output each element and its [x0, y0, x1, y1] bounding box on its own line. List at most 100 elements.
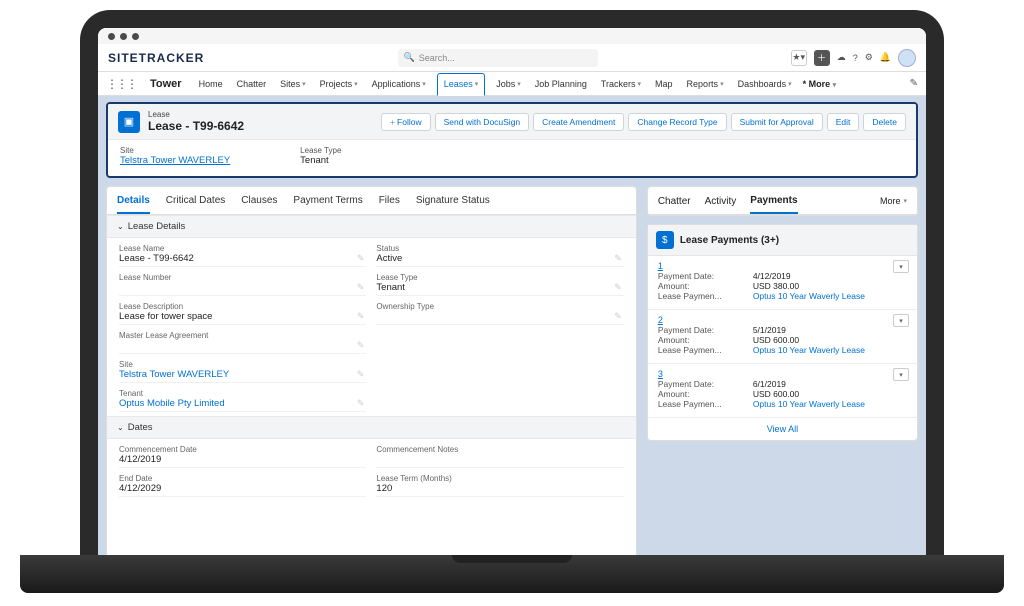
payment-date-value: 4/12/2019: [753, 271, 791, 281]
payment-number-link[interactable]: 3: [658, 369, 663, 379]
page-body: ▣ Lease Lease - T99-6642 ++ FollowFollow…: [98, 96, 926, 570]
tab-signature-status[interactable]: Signature Status: [416, 187, 490, 214]
nav-home[interactable]: Home: [196, 72, 226, 95]
chevron-down-icon: ▾: [354, 80, 358, 88]
app-screen: SITETRACKER 🔍 Search... ★▾ ＋ ☁ ? ⚙ 🔔: [98, 28, 926, 570]
app-nav: ⋮⋮⋮ Tower Home Chatter Sites▾ Projects▾ …: [98, 72, 926, 96]
payment-menu-button[interactable]: ▾: [893, 260, 909, 273]
site-value-link[interactable]: Telstra Tower WAVERLEY: [119, 369, 366, 380]
comm-notes-value: [376, 454, 623, 465]
brand-logo[interactable]: SITETRACKER: [108, 51, 204, 65]
follow-button[interactable]: ++ FollowFollow: [381, 113, 431, 131]
nav-job-planning[interactable]: Job Planning: [532, 72, 590, 95]
payment-menu-button[interactable]: ▾: [893, 368, 909, 381]
payment-date-label: Payment Date:: [658, 271, 753, 281]
help-icon[interactable]: ?: [853, 53, 858, 63]
details-panel: Details Critical Dates Clauses Payment T…: [106, 186, 637, 564]
payment-agreement-link[interactable]: Optus 10 Year Waverly Lease: [753, 345, 865, 355]
settings-icon[interactable]: ⚙: [865, 52, 873, 63]
edit-nav-icon[interactable]: ✎: [910, 78, 918, 89]
search-placeholder: Search...: [419, 53, 455, 63]
payment-agreement-link[interactable]: Optus 10 Year Waverly Lease: [753, 291, 865, 301]
chevron-down-icon: ▾: [475, 80, 479, 88]
min-dot[interactable]: [120, 33, 127, 40]
nav-map[interactable]: Map: [652, 72, 676, 95]
tenant-value-link[interactable]: Optus Mobile Pty Limited: [119, 398, 366, 409]
edit-button[interactable]: Edit: [827, 113, 860, 131]
edit-pencil-icon[interactable]: ✎: [614, 253, 622, 264]
tab-critical-dates[interactable]: Critical Dates: [166, 187, 225, 214]
payment-date-value: 5/1/2019: [753, 325, 786, 335]
close-dot[interactable]: [108, 33, 115, 40]
edit-pencil-icon[interactable]: ✎: [357, 369, 365, 380]
max-dot[interactable]: [132, 33, 139, 40]
site-label: Site: [119, 360, 366, 369]
tab-details[interactable]: Details: [117, 187, 150, 214]
nav-dashboards[interactable]: Dashboards▾: [735, 72, 795, 95]
lease-term-value: 120: [376, 483, 623, 494]
edit-pencil-icon[interactable]: ✎: [357, 340, 365, 351]
tenant-label: Tenant: [119, 389, 366, 398]
change-record-type-button[interactable]: Change Record Type: [628, 113, 726, 131]
nav-more[interactable]: * More ▾: [803, 79, 837, 89]
nav-reports[interactable]: Reports▾: [684, 72, 727, 95]
view-all-link[interactable]: View All: [648, 418, 917, 440]
edit-pencil-icon[interactable]: ✎: [357, 398, 365, 409]
payment-item: ▾3Payment Date:6/1/2019Amount:USD 600.00…: [648, 364, 917, 418]
record-header: ▣ Lease Lease - T99-6642 ++ FollowFollow…: [106, 102, 918, 178]
chevron-down-icon: ▾: [903, 197, 907, 205]
summary-site-label: Site: [120, 146, 230, 155]
global-search[interactable]: 🔍 Search...: [398, 49, 598, 67]
sync-icon[interactable]: ☁: [837, 52, 846, 63]
summary-site-link[interactable]: Telstra Tower WAVERLEY: [120, 155, 230, 166]
payment-agreement-link[interactable]: Optus 10 Year Waverly Lease: [753, 399, 865, 409]
delete-button[interactable]: Delete: [863, 113, 906, 131]
payment-number-link[interactable]: 1: [658, 261, 663, 271]
chevron-down-icon: ▾: [720, 80, 724, 88]
section-lease-details[interactable]: ⌄Lease Details: [107, 215, 636, 238]
app-launcher-icon[interactable]: ⋮⋮⋮: [106, 77, 136, 91]
nav-projects[interactable]: Projects▾: [317, 72, 361, 95]
send-docusign-button[interactable]: Send with DocuSign: [435, 113, 530, 131]
rtab-payments[interactable]: Payments: [750, 187, 797, 214]
lease-payments-card: $ Lease Payments (3+) ▾1Payment Date:4/1…: [647, 224, 918, 441]
edit-pencil-icon[interactable]: ✎: [357, 253, 365, 264]
payments-title: Lease Payments (3+): [680, 235, 779, 246]
comm-date-value: 4/12/2019: [119, 454, 366, 465]
tab-files[interactable]: Files: [379, 187, 400, 214]
chevron-down-icon: ▾: [788, 80, 792, 88]
payment-number-link[interactable]: 2: [658, 315, 663, 325]
edit-pencil-icon[interactable]: ✎: [357, 282, 365, 293]
ownership-value: [376, 311, 623, 322]
submit-approval-button[interactable]: Submit for Approval: [731, 113, 823, 131]
user-avatar[interactable]: [898, 49, 916, 67]
payment-menu-button[interactable]: ▾: [893, 314, 909, 327]
section-dates[interactable]: ⌄Dates: [107, 416, 636, 439]
favorites-button[interactable]: ★▾: [791, 50, 807, 66]
nav-jobs[interactable]: Jobs▾: [493, 72, 524, 95]
add-button[interactable]: ＋: [814, 50, 830, 66]
lease-number-value: [119, 282, 366, 293]
create-amendment-button[interactable]: Create Amendment: [533, 113, 624, 131]
nav-sites[interactable]: Sites▾: [277, 72, 309, 95]
status-value: Active: [376, 253, 623, 264]
edit-pencil-icon[interactable]: ✎: [357, 311, 365, 322]
edit-pencil-icon[interactable]: ✎: [614, 282, 622, 293]
notifications-icon[interactable]: 🔔: [880, 52, 891, 63]
nav-chatter[interactable]: Chatter: [234, 72, 270, 95]
edit-pencil-icon[interactable]: ✎: [614, 311, 622, 322]
search-icon: 🔍: [404, 52, 415, 63]
payment-amount-value: USD 600.00: [753, 335, 799, 345]
tab-payment-terms[interactable]: Payment Terms: [293, 187, 362, 214]
nav-applications[interactable]: Applications▾: [369, 72, 429, 95]
nav-trackers[interactable]: Trackers▾: [598, 72, 644, 95]
record-title: Lease - T99-6642: [148, 119, 244, 133]
rtab-activity[interactable]: Activity: [705, 188, 737, 213]
rtab-more[interactable]: More▾: [880, 196, 907, 206]
rtab-chatter[interactable]: Chatter: [658, 188, 691, 213]
tab-clauses[interactable]: Clauses: [241, 187, 277, 214]
nav-leases[interactable]: Leases▾: [437, 73, 486, 96]
payment-item: ▾2Payment Date:5/1/2019Amount:USD 600.00…: [648, 310, 917, 364]
record-type-label: Lease: [148, 110, 244, 119]
lease-type-value: Tenant: [376, 282, 623, 293]
